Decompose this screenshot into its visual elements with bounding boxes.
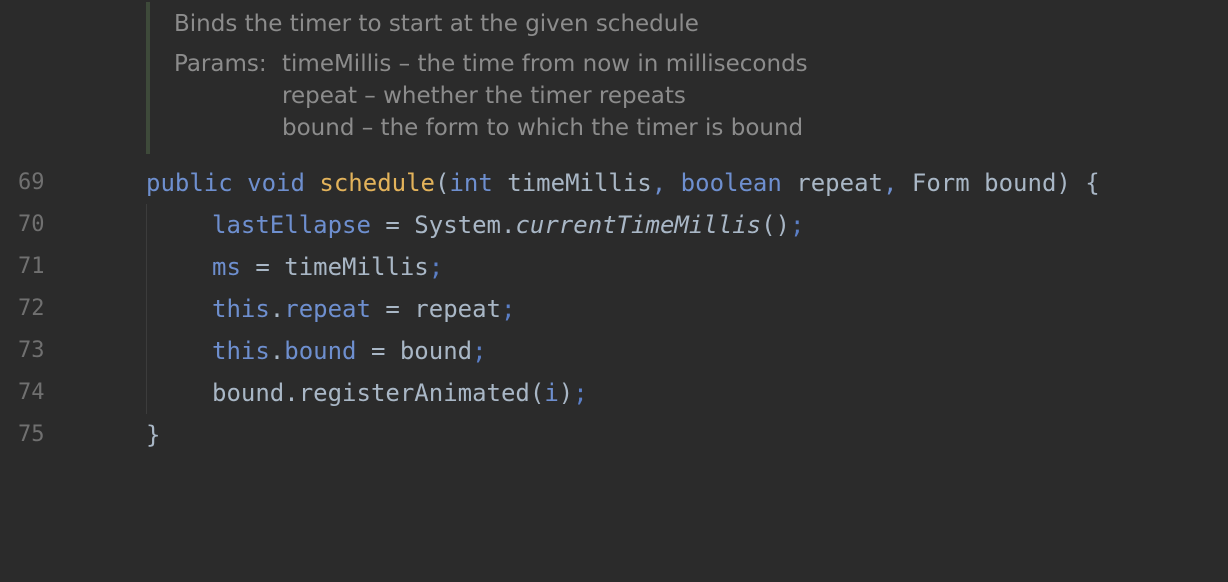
javadoc-param-row: Params: timeMillis – the time from now i… bbox=[174, 48, 808, 80]
code-text[interactable]: this.repeat = repeat; bbox=[212, 288, 515, 330]
javadoc-param-timeMillis: timeMillis – the time from now in millis… bbox=[282, 51, 808, 77]
javadoc-param-row: repeat – whether the timer repeats bbox=[174, 80, 808, 112]
line-number: 70 bbox=[18, 212, 45, 237]
javadoc-gutter-bar bbox=[146, 2, 150, 154]
code-text[interactable]: ms = timeMillis; bbox=[212, 246, 443, 288]
code-line[interactable]: 73 this.bound = bound; bbox=[0, 330, 1228, 372]
line-number: 75 bbox=[18, 422, 45, 447]
line-number: 71 bbox=[18, 254, 45, 279]
code-text[interactable]: this.bound = bound; bbox=[212, 330, 487, 372]
code-line[interactable]: 75 } bbox=[0, 414, 1228, 456]
code-text[interactable]: lastEllapse = System.currentTimeMillis()… bbox=[212, 204, 804, 246]
line-number: 72 bbox=[18, 296, 45, 321]
code-line[interactable]: 69 public void schedule(int timeMillis, … bbox=[0, 162, 1228, 204]
code-line[interactable]: 71 ms = timeMillis; bbox=[0, 246, 1228, 288]
line-number: 74 bbox=[18, 380, 45, 405]
javadoc-param-repeat: repeat – whether the timer repeats bbox=[282, 83, 686, 109]
code-editor[interactable]: 69 public void schedule(int timeMillis, … bbox=[0, 162, 1228, 456]
code-text[interactable]: bound.registerAnimated(i); bbox=[212, 372, 588, 414]
code-line[interactable]: 72 this.repeat = repeat; bbox=[0, 288, 1228, 330]
code-text[interactable]: public void schedule(int timeMillis, boo… bbox=[146, 162, 1100, 204]
javadoc-summary: Binds the timer to start at the given sc… bbox=[174, 11, 699, 37]
code-line[interactable]: 74 bound.registerAnimated(i); bbox=[0, 372, 1228, 414]
javadoc-popup: Binds the timer to start at the given sc… bbox=[174, 8, 808, 144]
javadoc-param-bound: bound – the form to which the timer is b… bbox=[282, 115, 804, 141]
code-text[interactable]: } bbox=[146, 414, 160, 456]
line-number: 73 bbox=[18, 338, 45, 363]
line-number: 69 bbox=[18, 170, 45, 195]
javadoc-params-label: Params: bbox=[174, 51, 267, 77]
javadoc-param-row: bound – the form to which the timer is b… bbox=[174, 112, 808, 144]
code-line[interactable]: 70 lastEllapse = System.currentTimeMilli… bbox=[0, 204, 1228, 246]
